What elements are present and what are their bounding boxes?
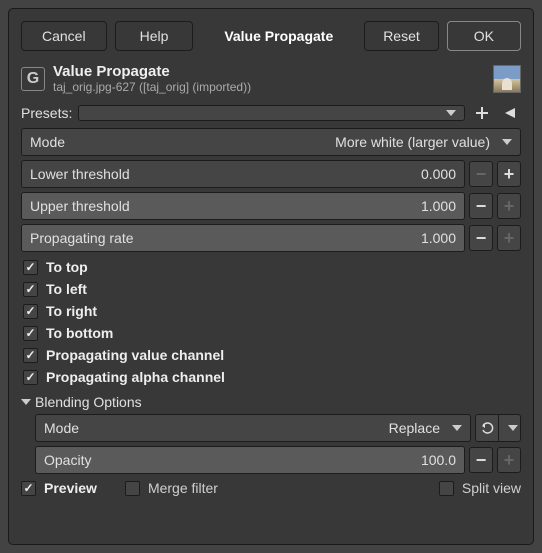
upper-threshold-label: Upper threshold <box>30 198 130 214</box>
opacity-field[interactable]: Opacity 100.0 <box>35 446 465 474</box>
propagating-rate-value: 1.000 <box>421 230 456 246</box>
blend-mode-value: Replace <box>389 420 440 436</box>
filter-subtitle: taj_orig.jpg-627 ([taj_orig] (imported)) <box>53 80 485 94</box>
blend-mode-dropdown[interactable]: Mode Replace <box>35 414 471 442</box>
opacity-decrement[interactable]: − <box>469 447 493 473</box>
chevron-down-icon <box>452 425 462 431</box>
propagating-value-channel-label: Propagating value channel <box>46 347 224 363</box>
mode-label: Mode <box>30 134 335 150</box>
presets-dropdown[interactable] <box>78 105 465 121</box>
upper-threshold-field[interactable]: Upper threshold 1.000 <box>21 192 465 220</box>
merge-filter-checkbox[interactable] <box>125 481 140 496</box>
blend-mode-label: Mode <box>44 420 79 436</box>
propagating-rate-label: Propagating rate <box>30 230 134 246</box>
add-preset-button[interactable] <box>471 102 493 124</box>
chevron-down-icon <box>508 425 518 431</box>
upper-threshold-value: 1.000 <box>421 198 456 214</box>
lower-threshold-label: Lower threshold <box>30 166 130 182</box>
upper-threshold-increment: + <box>497 193 521 219</box>
to-bottom-checkbox[interactable] <box>23 326 38 341</box>
opacity-increment: + <box>497 447 521 473</box>
opacity-label: Opacity <box>44 452 91 468</box>
help-button[interactable]: Help <box>115 21 194 51</box>
propagating-alpha-channel-checkbox[interactable] <box>23 370 38 385</box>
preview-checkbox[interactable] <box>21 481 36 496</box>
to-right-label: To right <box>46 303 97 319</box>
presets-label: Presets: <box>21 105 72 121</box>
mode-value: More white (larger value) <box>335 134 490 150</box>
dialog-title: Value Propagate <box>201 22 356 50</box>
opacity-value: 100.0 <box>421 452 456 468</box>
propagating-rate-field[interactable]: Propagating rate 1.000 <box>21 224 465 252</box>
lower-threshold-decrement: − <box>469 161 493 187</box>
filter-title: Value Propagate <box>53 63 485 80</box>
propagating-rate-increment: + <box>497 225 521 251</box>
blending-options-label: Blending Options <box>35 394 142 410</box>
propagating-value-channel-checkbox[interactable] <box>23 348 38 363</box>
to-bottom-label: To bottom <box>46 325 113 341</box>
preview-label: Preview <box>44 480 97 496</box>
to-left-checkbox[interactable] <box>23 282 38 297</box>
lower-threshold-value: 0.000 <box>421 166 456 182</box>
propagating-rate-decrement[interactable]: − <box>469 225 493 251</box>
collapse-icon <box>21 399 31 405</box>
propagating-alpha-channel-label: Propagating alpha channel <box>46 369 225 385</box>
to-left-label: To left <box>46 281 87 297</box>
gimp-icon: G <box>21 67 45 91</box>
upper-threshold-decrement[interactable]: − <box>469 193 493 219</box>
blend-menu-button[interactable] <box>498 415 520 441</box>
lower-threshold-increment[interactable]: + <box>497 161 521 187</box>
split-view-label: Split view <box>462 480 521 496</box>
preset-menu-button[interactable] <box>499 102 521 124</box>
to-top-label: To top <box>46 259 88 275</box>
to-top-checkbox[interactable] <box>23 260 38 275</box>
cancel-button[interactable]: Cancel <box>21 21 107 51</box>
image-thumbnail[interactable] <box>493 65 521 93</box>
blend-swap-button[interactable] <box>476 415 498 441</box>
reset-button[interactable]: Reset <box>364 21 439 51</box>
blending-options-toggle[interactable]: Blending Options <box>21 390 521 414</box>
chevron-down-icon <box>502 139 512 145</box>
split-view-checkbox[interactable] <box>439 481 454 496</box>
merge-filter-label: Merge filter <box>148 480 218 496</box>
ok-button[interactable]: OK <box>447 21 521 51</box>
mode-dropdown[interactable]: Mode More white (larger value) <box>21 128 521 156</box>
to-right-checkbox[interactable] <box>23 304 38 319</box>
lower-threshold-field[interactable]: Lower threshold 0.000 <box>21 160 465 188</box>
chevron-down-icon <box>446 110 456 116</box>
